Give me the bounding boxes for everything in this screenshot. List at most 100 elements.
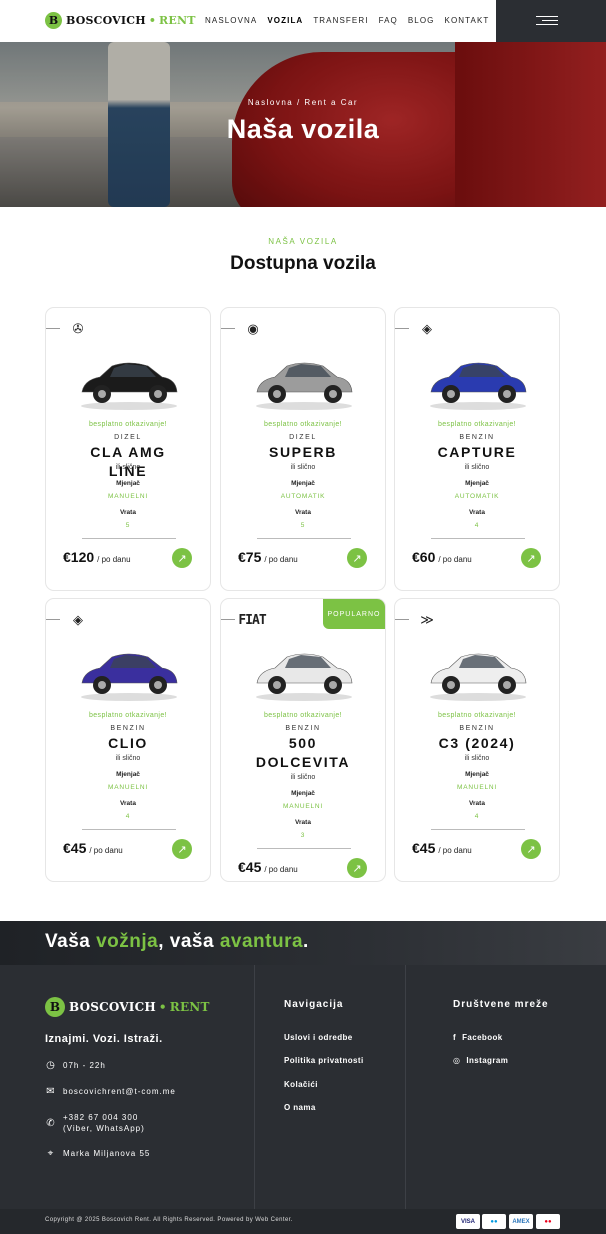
nav-item-faq[interactable]: FAQ — [379, 16, 398, 25]
free-cancellation-label: besplatno otkazivanje! — [88, 421, 168, 428]
footer-link-facebook[interactable]: f Facebook — [453, 1033, 503, 1042]
arrow-up-right-icon[interactable]: ↗ — [172, 548, 192, 568]
car-image — [256, 653, 353, 701]
arrow-up-right-icon[interactable]: ↗ — [347, 858, 367, 878]
arrow-up-right-icon[interactable]: ↗ — [521, 548, 541, 568]
section-title: Dostupna vozila — [230, 253, 376, 274]
car-model: SUPERB — [269, 444, 337, 460]
doors-label: Vrata — [120, 509, 136, 516]
facebook-icon: f — [453, 1033, 457, 1042]
transmission-value: MANUELNI — [108, 493, 148, 500]
price-period: / po danu — [438, 555, 472, 564]
transmission-value: AUTOMATIK — [280, 493, 326, 500]
similar-note: ili slično — [464, 464, 490, 471]
price: €60/ po danu — [412, 549, 472, 565]
car-image — [81, 653, 178, 701]
footer-link-o-nama[interactable]: O nama — [284, 1103, 316, 1112]
price-period: / po danu — [438, 846, 472, 855]
similar-note: ili slično — [464, 755, 490, 762]
footer-link-uslovi[interactable]: Uslovi i odredbe — [284, 1033, 353, 1042]
nav-item-vozila[interactable]: VOZILA — [267, 16, 303, 25]
car-image — [81, 362, 178, 410]
clock-icon: ◷ — [46, 1060, 56, 1071]
similar-note: ili slično — [115, 464, 141, 471]
site-header: B BOSCOVICH • RENT NASLOVNA VOZILA TRANSFE… — [0, 0, 606, 42]
doors-label: Vrata — [469, 509, 485, 516]
fiat-logo-icon: FIAT — [238, 612, 266, 628]
price-period: / po danu — [97, 555, 131, 564]
maestro-icon: ●● — [482, 1214, 506, 1229]
popular-badge: POPULARNO — [323, 599, 385, 629]
nav-item-naslovna[interactable]: NASLOVNA — [205, 16, 257, 25]
footer-tagline: Iznajmi. Vozi. Istraži. — [45, 1033, 163, 1045]
mercedes-logo-icon: ✇ — [72, 321, 84, 336]
vehicle-card[interactable]: ◉ besplatno otkazivanje! DIZEL SUPERB ili sl… — [220, 307, 386, 591]
price: €45/ po danu — [238, 859, 298, 875]
menu-toggle[interactable] — [496, 0, 606, 42]
instagram-icon: ◎ — [453, 1056, 461, 1065]
free-cancellation-label: besplatno otkazivanje! — [263, 712, 343, 719]
mastercard-icon: ●● — [536, 1214, 560, 1229]
footer-address: ⌖ Marka Miljanova 55 — [45, 1149, 150, 1159]
vehicle-card[interactable]: ✇ besplatno otkazivanje! DIZEL CLA AMG LINE… — [45, 307, 211, 591]
footer-social-title: Društvene mreže — [453, 999, 549, 1010]
mail-icon: ✉ — [46, 1086, 56, 1097]
footer-nav-title: Navigacija — [284, 999, 344, 1010]
car-image — [430, 362, 527, 410]
transmission-label: Mjenjač — [465, 771, 489, 778]
hamburger-icon — [536, 16, 558, 26]
logo-separator: • — [148, 14, 157, 27]
transmission-value: MANUELNI — [108, 784, 148, 791]
footer-logo[interactable]: B BOSCOVICH • RENT — [45, 997, 210, 1017]
free-cancellation-label: besplatno otkazivanje! — [88, 712, 168, 719]
doors-value: 3 — [300, 832, 306, 839]
logo-badge-icon: B — [45, 997, 65, 1017]
doors-label: Vrata — [120, 800, 136, 807]
footer-link-kolacici[interactable]: Kolačići — [284, 1080, 318, 1089]
price: €45/ po danu — [63, 840, 123, 856]
footer-email[interactable]: ✉ boscovichrent@t-com.me — [45, 1087, 176, 1097]
vehicle-card[interactable]: FIAT POPULARNO besplatno otkazivanje! BENZI… — [220, 598, 386, 882]
visa-icon: VISA — [456, 1214, 480, 1229]
nav-item-blog[interactable]: BLOG — [408, 16, 435, 25]
doors-value: 5 — [125, 522, 131, 529]
footer-hours: ◷ 07h - 22h — [46, 1060, 106, 1071]
footer-link-privatnost[interactable]: Politika privatnosti — [284, 1056, 364, 1065]
footer-slogan: Vaša vožnja, vaša avantura. — [45, 931, 309, 952]
section-eyebrow: NAŠA VOZILA — [268, 237, 338, 246]
similar-note: ili slično — [115, 755, 141, 762]
fuel-type: BENZIN — [285, 725, 321, 732]
price-period: / po danu — [264, 865, 298, 874]
brand-logo[interactable]: B BOSCOVICH • RENT — [45, 12, 196, 29]
car-model: CLA AMG LINE — [90, 444, 166, 479]
doors-value: 4 — [474, 813, 480, 820]
renault-logo-icon: ◈ — [422, 321, 432, 336]
vehicle-card[interactable]: ◈ besplatno otkazivanje! BENZIN CLIO ili sli… — [45, 598, 211, 882]
logo-name: BOSCOVICH — [66, 14, 146, 27]
arrow-up-right-icon[interactable]: ↗ — [347, 548, 367, 568]
vehicle-card[interactable]: ◈ besplatno otkazivanje! BENZIN CAPTURE ili … — [394, 307, 560, 591]
car-image — [430, 653, 527, 701]
main-nav: NASLOVNA VOZILA TRANSFERI FAQ BLOG KONTA… — [205, 16, 489, 25]
price-amount: €75 — [238, 549, 262, 565]
free-cancellation-label: besplatno otkazivanje! — [437, 421, 517, 428]
logo-suffix: RENT — [159, 14, 196, 27]
vehicle-card[interactable]: ≫ besplatno otkazivanje! BENZIN C3 (2024) il… — [394, 598, 560, 882]
nav-item-transferi[interactable]: TRANSFERI — [313, 16, 368, 25]
price-period: / po danu — [264, 555, 298, 564]
footer-phone[interactable]: ✆ +382 67 004 300 (Viber, WhatsApp) — [45, 1113, 145, 1133]
transmission-label: Mjenjač — [291, 480, 315, 487]
renault-logo-icon: ◈ — [73, 612, 83, 627]
price-amount: €60 — [412, 549, 436, 565]
price: €75/ po danu — [238, 549, 298, 565]
breadcrumb: Naslovna / Rent a Car — [247, 98, 359, 107]
fuel-type: DIZEL — [289, 434, 317, 441]
footer-link-instagram[interactable]: ◎ Instagram — [453, 1056, 508, 1065]
price-amount: €45 — [238, 859, 262, 875]
fuel-type: BENZIN — [459, 434, 495, 441]
nav-item-kontakt[interactable]: KONTAKT — [445, 16, 490, 25]
arrow-up-right-icon[interactable]: ↗ — [521, 839, 541, 859]
fuel-type: BENZIN — [459, 725, 495, 732]
arrow-up-right-icon[interactable]: ↗ — [172, 839, 192, 859]
free-cancellation-label: besplatno otkazivanje! — [437, 712, 517, 719]
